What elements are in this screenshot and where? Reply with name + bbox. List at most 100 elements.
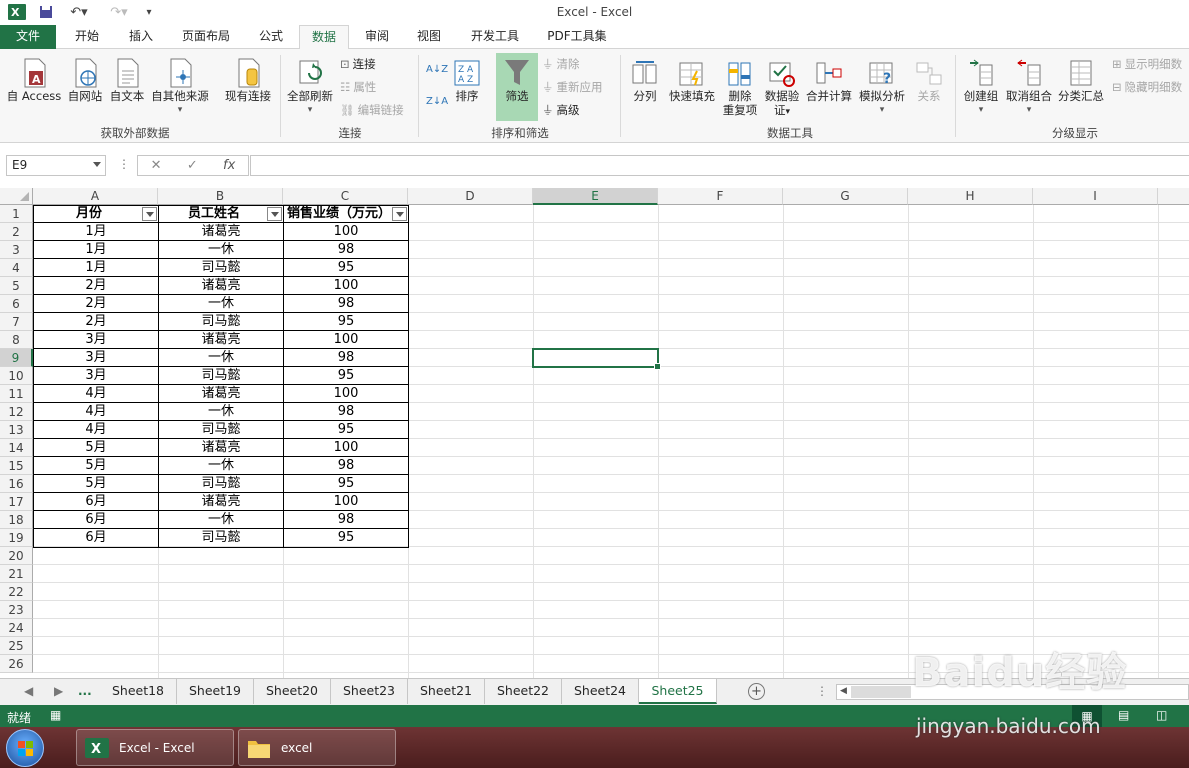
cell-month[interactable]: 3月 (34, 331, 158, 349)
cell-sales[interactable]: 98 (284, 241, 408, 259)
cell-sales[interactable]: 95 (284, 367, 408, 385)
from-text-button[interactable]: 自文本 (106, 57, 148, 103)
what-if-analysis-button[interactable]: ? 模拟分析 ▾ (856, 57, 908, 117)
cell-employee[interactable]: 司马懿 (159, 421, 283, 439)
filter-dropdown-icon[interactable] (392, 207, 407, 221)
tab-splitter-icon[interactable]: ⋮ (816, 684, 828, 698)
cell-sales[interactable]: 98 (284, 511, 408, 529)
macro-record-icon[interactable]: ▦ (50, 708, 61, 722)
column-header-partial[interactable] (1158, 188, 1189, 205)
reapply-button[interactable]: ⏚ 重新应用 (542, 78, 603, 96)
tab-formulas[interactable]: 公式 (248, 25, 294, 49)
row-header-19[interactable]: 19 (0, 529, 33, 547)
cell-sales[interactable]: 98 (284, 403, 408, 421)
more-sheets-ellipsis[interactable]: ... (78, 684, 92, 698)
name-box-dropdown-icon[interactable] (93, 162, 101, 167)
cell-employee[interactable]: 诸葛亮 (159, 223, 283, 241)
row-header-11[interactable]: 11 (0, 385, 33, 403)
column-header-h[interactable]: H (908, 188, 1033, 205)
row-header-3[interactable]: 3 (0, 241, 33, 259)
start-button-icon[interactable] (6, 729, 44, 767)
data-validation-button[interactable]: 数据验 证▾ (762, 57, 802, 119)
filter-dropdown-icon[interactable] (267, 207, 282, 221)
active-cell[interactable] (532, 348, 661, 370)
column-header-f[interactable]: F (658, 188, 783, 205)
cell-sales[interactable]: 100 (284, 493, 408, 511)
sheet-tab[interactable]: Sheet18 (100, 679, 177, 704)
column-header-a[interactable]: A (33, 188, 158, 205)
cell-sales[interactable]: 95 (284, 313, 408, 331)
column-header-b[interactable]: B (158, 188, 283, 205)
sort-descending-button[interactable]: Z↓A (426, 93, 448, 111)
cell-employee[interactable]: 一休 (159, 241, 283, 259)
sheet-tab[interactable]: Sheet21 (408, 679, 485, 704)
flash-fill-button[interactable]: 快速填充 (666, 57, 718, 103)
cell-month[interactable]: 1月 (34, 241, 158, 259)
row-header-23[interactable]: 23 (0, 601, 33, 619)
taskbar-folder-button[interactable]: excel (238, 729, 396, 766)
cell-month[interactable]: 2月 (34, 313, 158, 331)
filter-button[interactable]: 筛选 (496, 53, 538, 121)
header-cell-month[interactable]: 月份 (34, 205, 144, 223)
row-header-22[interactable]: 22 (0, 583, 33, 601)
sheet-tab-active[interactable]: Sheet25 (639, 679, 717, 704)
tab-pdf-tools[interactable]: PDF工具集 (538, 25, 616, 49)
cell-sales[interactable]: 98 (284, 457, 408, 475)
row-header-12[interactable]: 12 (0, 403, 33, 421)
cell-employee[interactable]: 诸葛亮 (159, 277, 283, 295)
formula-input[interactable] (250, 155, 1189, 176)
cell-sales[interactable]: 100 (284, 223, 408, 241)
text-to-columns-button[interactable]: 分列 (626, 57, 664, 103)
row-header-10[interactable]: 10 (0, 367, 33, 385)
cell-sales[interactable]: 98 (284, 349, 408, 367)
from-access-button[interactable]: A 自 Access (4, 57, 64, 103)
tab-view[interactable]: 视图 (406, 25, 452, 49)
sheet-tab[interactable]: Sheet23 (331, 679, 408, 704)
cell-month[interactable]: 5月 (34, 475, 158, 493)
cell-employee[interactable]: 诸葛亮 (159, 493, 283, 511)
relationships-button[interactable]: 关系 (910, 57, 948, 103)
cell-month[interactable]: 1月 (34, 259, 158, 277)
row-header-25[interactable]: 25 (0, 637, 33, 655)
cell-sales[interactable]: 100 (284, 277, 408, 295)
show-detail-button[interactable]: ⊞ 显示明细数 (1112, 55, 1182, 73)
cell-month[interactable]: 5月 (34, 457, 158, 475)
group-button[interactable]: 创建组 ▾ (958, 57, 1004, 117)
remove-duplicates-button[interactable]: 删除 重复项 (720, 57, 760, 117)
row-header-7[interactable]: 7 (0, 313, 33, 331)
cell-month[interactable]: 6月 (34, 493, 158, 511)
cell-employee[interactable]: 司马懿 (159, 475, 283, 493)
cell-employee[interactable]: 一休 (159, 511, 283, 529)
sheet-tab[interactable]: Sheet24 (562, 679, 639, 704)
select-all-corner[interactable] (0, 188, 33, 205)
row-header-15[interactable]: 15 (0, 457, 33, 475)
cell-employee[interactable]: 诸葛亮 (159, 331, 283, 349)
worksheet-grid[interactable]: A B C D E F G H I 1 2 3 4 5 6 7 8 9 10 11 12 13 14 15 1… (0, 188, 1189, 678)
cell-employee[interactable]: 司马懿 (159, 313, 283, 331)
cell-sales[interactable]: 100 (284, 385, 408, 403)
row-header-18[interactable]: 18 (0, 511, 33, 529)
sort-button[interactable]: Z AA Z 排序 (450, 57, 484, 103)
from-other-sources-button[interactable]: 自其他来源 ▾ (148, 57, 212, 117)
row-header-2[interactable]: 2 (0, 223, 33, 241)
cell-month[interactable]: 3月 (34, 367, 158, 385)
tab-data[interactable]: 数据 (299, 25, 349, 50)
cell-month[interactable]: 4月 (34, 421, 158, 439)
header-cell-sales[interactable]: 销售业绩（万元） (287, 205, 392, 223)
insert-function-icon[interactable]: fx (223, 158, 235, 173)
cell-sales[interactable]: 98 (284, 295, 408, 313)
cell-sales[interactable]: 95 (284, 475, 408, 493)
properties-button[interactable]: ☷ 属性 (340, 78, 376, 96)
header-cell-employee[interactable]: 员工姓名 (159, 205, 269, 223)
cell-month[interactable]: 3月 (34, 349, 158, 367)
cell-month[interactable]: 2月 (34, 295, 158, 313)
scroll-left-arrow-icon[interactable]: ◀ (840, 686, 847, 696)
cell-month[interactable]: 6月 (34, 529, 158, 547)
cell-month[interactable]: 4月 (34, 385, 158, 403)
sort-ascending-button[interactable]: A↓Z (426, 61, 448, 79)
enter-icon[interactable]: ✓ (187, 158, 198, 173)
cell-employee[interactable]: 一休 (159, 349, 283, 367)
filter-dropdown-icon[interactable] (142, 207, 157, 221)
cell-month[interactable]: 6月 (34, 511, 158, 529)
cell-employee[interactable]: 一休 (159, 403, 283, 421)
